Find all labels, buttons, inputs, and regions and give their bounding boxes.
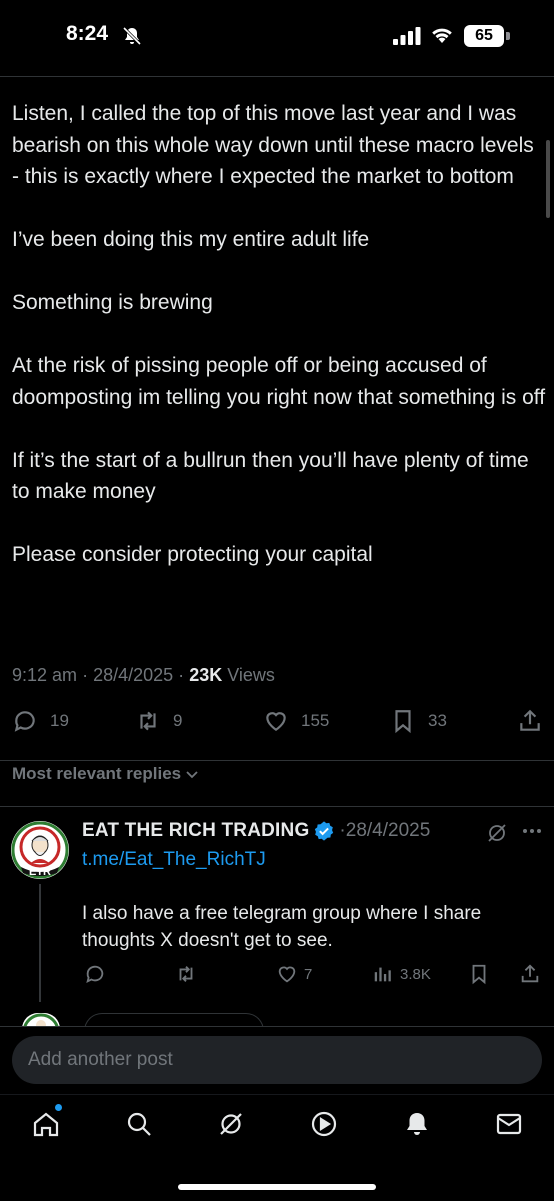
post-views-count[interactable]: 23K (189, 665, 222, 685)
messages-icon[interactable] (495, 1110, 523, 1138)
replies-sort-label: Most relevant replies (12, 764, 182, 783)
repost-icon (179, 966, 193, 982)
like-count: 155 (301, 711, 330, 730)
post-paragraph: At the risk of pissing people off or bei… (12, 354, 546, 409)
reply-like-button[interactable]: 7 (276, 962, 312, 986)
notifications-icon[interactable] (403, 1110, 431, 1138)
post-date: 28/4/2025 (93, 665, 174, 685)
battery-nub (506, 32, 510, 40)
meta-separator: · (178, 665, 185, 685)
bookmark-count: 33 (428, 711, 447, 730)
scroll-indicator[interactable] (546, 140, 550, 218)
like-icon (266, 712, 286, 731)
thread-line (39, 884, 41, 1002)
reply-icon (14, 711, 35, 732)
reply-bookmark-button[interactable] (468, 962, 496, 986)
reply-like-count: 7 (304, 965, 313, 983)
views-icon (374, 967, 391, 982)
post-paragraph: Something is brewing (12, 291, 213, 314)
reply-header: EAT THE RICH TRADING ·28/4/2025 (82, 820, 430, 842)
share-icon (521, 964, 539, 983)
divider (0, 760, 554, 761)
video-icon[interactable] (310, 1110, 338, 1138)
post-text: Listen, I called the top of this move la… (12, 98, 546, 571)
like-icon (278, 966, 296, 983)
post-paragraph: Please consider protecting your capital (12, 543, 373, 566)
search-icon[interactable] (125, 1110, 153, 1138)
notification-dot (55, 1104, 62, 1111)
grok-tab-icon[interactable] (217, 1110, 245, 1138)
post-views-label[interactable]: Views (227, 665, 275, 685)
reply-repost-button[interactable] (175, 962, 203, 986)
bookmark-icon (395, 710, 411, 734)
post-paragraph: Listen, I called the top of this move la… (12, 102, 534, 188)
bell-slash-icon (122, 26, 142, 46)
bookmark-button[interactable]: 33 (390, 706, 447, 736)
post-meta: 9:12 am · 28/4/2025 · 23K Views (12, 665, 275, 686)
repost-icon (140, 711, 156, 731)
repost-count: 9 (173, 711, 183, 730)
divider (0, 806, 554, 807)
home-indicator (178, 1184, 376, 1190)
bookmark-icon (472, 964, 486, 985)
reply-icon (86, 965, 104, 984)
like-button[interactable]: 155 (263, 706, 329, 736)
svg-text:ETR: ETR (29, 866, 51, 878)
reply-date: ·28/4/2025 (339, 820, 431, 841)
reply-share-button[interactable] (519, 962, 547, 986)
post-paragraph: If it’s the start of a bullrun then you’… (12, 448, 529, 504)
verified-icon (315, 821, 334, 841)
post-paragraph: I’ve been doing this my entire adult lif… (12, 228, 370, 251)
share-button[interactable] (517, 706, 554, 736)
reply-button[interactable]: 19 (12, 706, 69, 736)
battery-indicator: 65 (464, 25, 504, 47)
home-icon[interactable] (32, 1110, 60, 1138)
reply-text: I also have a free telegram group where … (82, 903, 482, 951)
signal-icon (393, 27, 421, 45)
grok-icon[interactable] (486, 822, 508, 844)
repost-button[interactable]: 9 (135, 706, 182, 736)
reply-count: 19 (50, 711, 69, 730)
meta-separator: · (82, 665, 89, 685)
avatar[interactable]: ETR (11, 821, 69, 879)
status-time: 8:24 (66, 22, 109, 45)
reply-views-button[interactable]: 3.8K (372, 962, 431, 986)
reply-link[interactable]: t.me/Eat_The_RichTJ (82, 849, 266, 871)
chevron-down-icon (186, 771, 198, 779)
compose-input[interactable] (12, 1036, 542, 1084)
replies-sort-dropdown[interactable]: Most relevant replies (12, 764, 200, 784)
more-icon[interactable] (521, 820, 543, 842)
share-icon (520, 709, 540, 731)
post-time: 9:12 am (12, 665, 78, 685)
reply-author-name[interactable]: EAT THE RICH TRADING (82, 820, 309, 842)
wifi-icon (432, 28, 452, 43)
reply-reply-button[interactable] (84, 962, 112, 986)
reply-views-count: 3.8K (400, 965, 431, 983)
